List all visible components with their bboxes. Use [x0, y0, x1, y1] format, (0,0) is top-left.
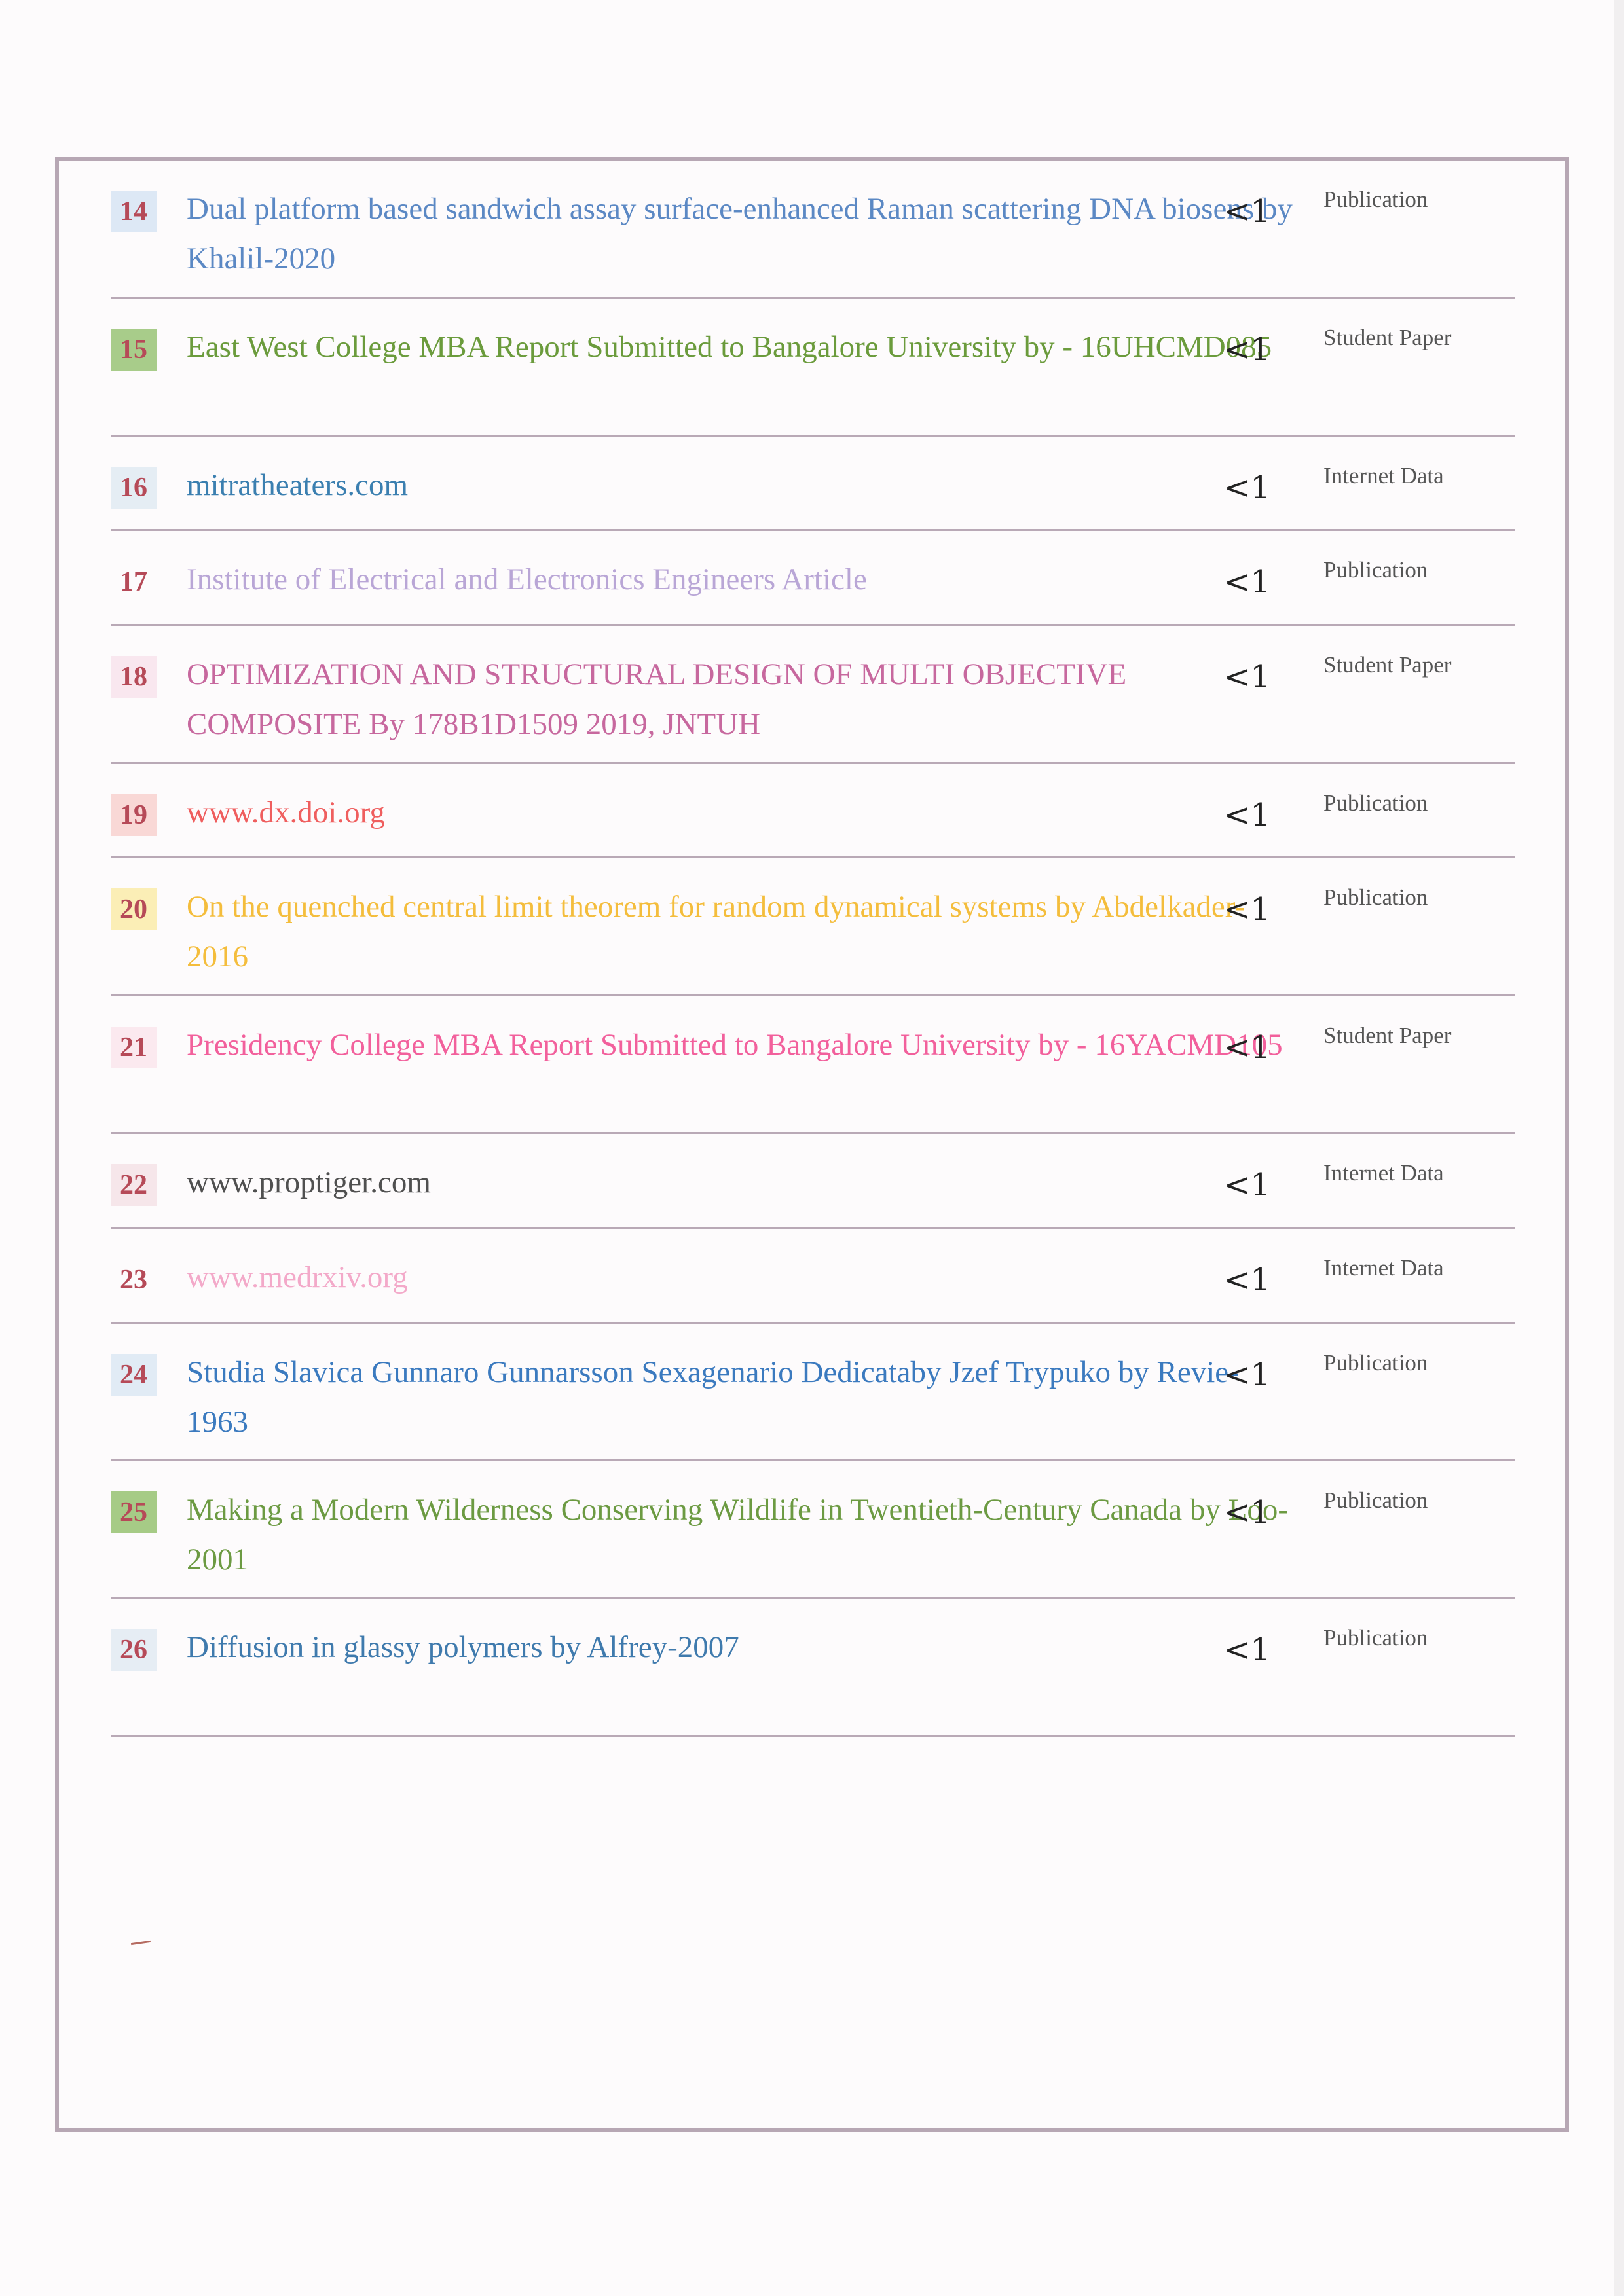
source-percent: <1 — [1224, 891, 1270, 928]
source-row: 24 Studia Slavica Gunnaro Gunnarsson Sexa… — [111, 1324, 1515, 1461]
source-number-badge: 25 — [111, 1491, 157, 1533]
source-number-badge: 18 — [111, 656, 157, 698]
source-type: Internet Data — [1323, 1255, 1444, 1281]
source-type: Publication — [1323, 1487, 1428, 1513]
source-title[interactable]: East West College MBA Report Submitted t… — [187, 322, 1293, 372]
source-type: Student Paper — [1323, 1023, 1452, 1048]
source-percent: <1 — [1224, 1167, 1270, 1203]
source-title[interactable]: Presidency College MBA Report Submitted … — [187, 1020, 1293, 1070]
source-percent: <1 — [1224, 469, 1270, 506]
page-edge-shadow — [1614, 0, 1624, 2296]
source-row: 17 Institute of Electrical and Electronic… — [111, 531, 1515, 626]
source-number-badge: 15 — [111, 329, 157, 371]
source-percent: <1 — [1224, 1357, 1270, 1393]
source-percent: <1 — [1224, 193, 1270, 230]
source-type: Publication — [1323, 187, 1428, 212]
source-number-badge: 26 — [111, 1629, 157, 1671]
source-title[interactable]: www.dx.doi.org — [187, 788, 1293, 837]
source-number-badge: 21 — [111, 1027, 157, 1068]
source-number-badge: 19 — [111, 794, 157, 836]
source-percent: <1 — [1224, 1631, 1270, 1668]
source-percent: <1 — [1224, 1029, 1270, 1066]
source-percent: <1 — [1224, 1262, 1270, 1298]
source-type: Publication — [1323, 557, 1428, 583]
source-row: 20 On the quenched central limit theorem … — [111, 858, 1515, 996]
source-number-badge: 17 — [111, 561, 157, 603]
source-type: Publication — [1323, 884, 1428, 910]
source-title[interactable]: Dual platform based sandwich assay surfa… — [187, 184, 1293, 283]
source-type: Internet Data — [1323, 1160, 1444, 1186]
source-title[interactable]: OPTIMIZATION AND STRUCTURAL DESIGN OF MU… — [187, 649, 1293, 749]
source-type: Publication — [1323, 1350, 1428, 1376]
source-title[interactable]: Diffusion in glassy polymers by Alfrey-2… — [187, 1622, 1293, 1672]
source-row: 23 www.medrxiv.org <1 Internet Data — [111, 1229, 1515, 1324]
source-number-badge: 20 — [111, 888, 157, 930]
source-title[interactable]: Institute of Electrical and Electronics … — [187, 555, 1293, 604]
source-type: Student Paper — [1323, 652, 1452, 678]
source-type: Publication — [1323, 1625, 1428, 1650]
source-type: Publication — [1323, 790, 1428, 816]
source-row: 18 OPTIMIZATION AND STRUCTURAL DESIGN OF … — [111, 626, 1515, 764]
source-percent: <1 — [1224, 1494, 1270, 1531]
source-percent: <1 — [1224, 797, 1270, 833]
source-title[interactable]: www.medrxiv.org — [187, 1252, 1293, 1302]
source-type: Internet Data — [1323, 463, 1444, 488]
source-number-badge: 22 — [111, 1164, 157, 1206]
source-row: 22 www.proptiger.com <1 Internet Data — [111, 1134, 1515, 1229]
source-title[interactable]: On the quenched central limit theorem fo… — [187, 882, 1293, 981]
source-row: 16 mitratheaters.com <1 Internet Data — [111, 437, 1515, 531]
source-row: 26 Diffusion in glassy polymers by Alfrey… — [111, 1599, 1515, 1737]
source-number-badge: 14 — [111, 191, 157, 232]
source-number-badge: 16 — [111, 467, 157, 509]
source-row: 21 Presidency College MBA Report Submitte… — [111, 996, 1515, 1134]
source-row: 25 Making a Modern Wilderness Conserving … — [111, 1461, 1515, 1599]
source-percent: <1 — [1224, 564, 1270, 600]
source-percent: <1 — [1224, 659, 1270, 695]
source-number-badge: 23 — [111, 1259, 157, 1301]
source-row: 15 East West College MBA Report Submitted… — [111, 299, 1515, 437]
source-row: 19 www.dx.doi.org <1 Publication — [111, 764, 1515, 858]
source-row: 14 Dual platform based sandwich assay sur… — [111, 160, 1515, 299]
source-title[interactable]: Making a Modern Wilderness Conserving Wi… — [187, 1485, 1293, 1584]
source-number-badge: 24 — [111, 1354, 157, 1396]
source-type: Student Paper — [1323, 325, 1452, 350]
source-title[interactable]: www.proptiger.com — [187, 1157, 1293, 1207]
source-title[interactable]: mitratheaters.com — [187, 460, 1293, 510]
source-percent: <1 — [1224, 331, 1270, 368]
source-title[interactable]: Studia Slavica Gunnaro Gunnarsson Sexage… — [187, 1347, 1293, 1447]
